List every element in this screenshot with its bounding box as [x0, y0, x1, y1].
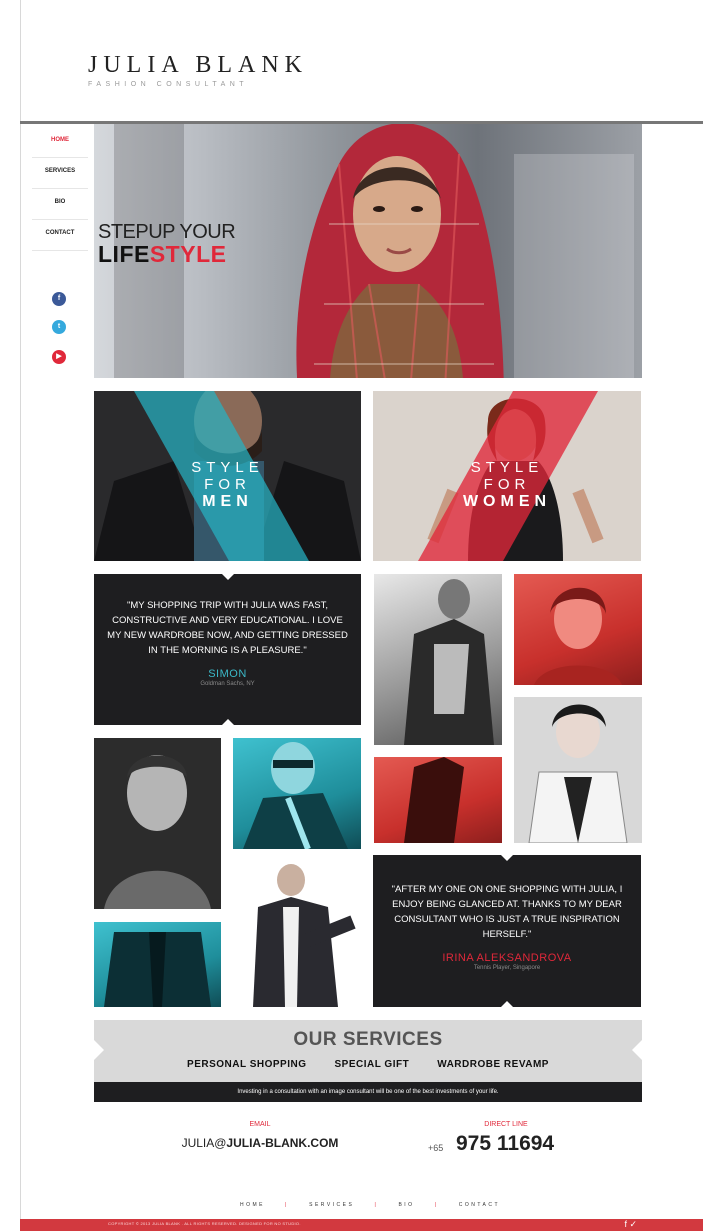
card-notch: [500, 854, 514, 861]
gallery-photo[interactable]: [233, 862, 361, 1007]
services-title: OUR SERVICES: [293, 1029, 443, 1050]
hero-headline-style: STYLE: [149, 241, 227, 267]
testimonial-author-title: Tennis Player, Singapore: [473, 965, 541, 971]
style-for-men-tile[interactable]: STYLE FOR MEN: [94, 391, 361, 561]
footer-separator: |: [374, 1202, 379, 1208]
footer-copyright: COPYRIGHT © 2013 JULIA BLANK . ALL RIGHT…: [108, 1221, 301, 1226]
gallery-photo[interactable]: [514, 697, 642, 843]
card-notch: [220, 719, 235, 726]
testimonial-author-title: Goldman Sachs, NY: [200, 681, 255, 687]
email-link[interactable]: JULIA@JULIA-BLANK.COM: [150, 1136, 370, 1150]
footer-separator: |: [285, 1202, 289, 1208]
women-label-line1: STYLE: [470, 459, 544, 476]
gallery-photo-man-sunglasses: [243, 742, 348, 849]
service-wardrobe-revamp[interactable]: WARDROBE REVAMP: [437, 1059, 549, 1070]
footer-link-services[interactable]: SERVICES: [309, 1202, 354, 1208]
footer-nav: HOME | SERVICES | BIO | CONTACT: [240, 1202, 500, 1208]
footer-separator: |: [434, 1202, 439, 1208]
testimonial-card: "MY SHOPPING TRIP WITH JULIA WAS FAST, C…: [94, 573, 361, 726]
gallery-photo-man-blazer: [253, 864, 356, 1007]
gallery-photo[interactable]: [233, 738, 361, 849]
ribbon-notch-right: [632, 1040, 642, 1060]
hero-headline-line1: STEPUP YOUR: [98, 221, 236, 243]
brand-tagline: FASHION CONSULTANT: [88, 81, 249, 88]
footer-bar: COPYRIGHT © 2013 JULIA BLANK . ALL RIGHT…: [20, 1219, 703, 1231]
footer-link-bio[interactable]: BIO: [398, 1202, 414, 1208]
footer-link-contact[interactable]: CONTACT: [459, 1202, 500, 1208]
twitter-icon[interactable]: t: [52, 320, 66, 334]
nav-item-contact[interactable]: CONTACT: [32, 220, 88, 251]
email-domain: JULIA-BLANK.COM: [226, 1136, 339, 1150]
gallery-photo-woman-lace: [514, 697, 642, 843]
hero-background-building: [514, 154, 634, 378]
services-list: PERSONAL SHOPPING SPECIAL GIFT WARDROBE …: [94, 1059, 642, 1070]
gallery-photo[interactable]: [514, 574, 642, 685]
style-for-women-tile[interactable]: STYLE FOR WOMEN: [373, 391, 641, 561]
testimonial-card: "AFTER MY ONE ON ONE SHOPPING WITH JULIA…: [373, 854, 641, 1008]
style-for-men-label: STYLE FOR MEN: [94, 459, 361, 510]
footer-social-icons[interactable]: f ✓: [624, 1219, 637, 1230]
nav-item-bio[interactable]: BIO: [32, 189, 88, 220]
youtube-icon[interactable]: ▶: [52, 350, 66, 364]
style-for-women-label: STYLE FOR WOMEN: [373, 459, 641, 510]
gallery-photo[interactable]: [374, 757, 502, 843]
testimonial-author: SIMON: [208, 668, 247, 680]
footer-link-home[interactable]: HOME: [240, 1202, 265, 1208]
card-notch: [500, 1001, 514, 1008]
email-prefix: JULIA@: [181, 1136, 227, 1150]
men-label-line3: MEN: [202, 493, 253, 510]
gallery-photo[interactable]: [374, 574, 502, 745]
brand-name: JULIA BLANK: [88, 52, 308, 78]
nav-item-home[interactable]: HOME: [32, 127, 88, 158]
gallery-photo-woman-jacket: [404, 579, 494, 745]
testimonial-quote: "AFTER MY ONE ON ONE SHOPPING WITH JULIA…: [391, 884, 623, 940]
phone-label: DIRECT LINE: [484, 1121, 528, 1128]
gallery-photo[interactable]: [94, 738, 221, 909]
hero-headline-line2: LIFESTYLE: [98, 242, 235, 266]
email-label: EMAIL: [249, 1121, 271, 1128]
gallery-photo-dress: [404, 757, 464, 843]
gallery-photo-man-portrait: [94, 738, 221, 909]
nav-item-services[interactable]: SERVICES: [32, 158, 88, 189]
gallery-photo-man-suit: [104, 932, 211, 1007]
card-notch: [220, 573, 235, 580]
women-label-line3: WOMEN: [462, 493, 552, 510]
brand-logo[interactable]: JULIA BLANK FASHION CONSULTANT: [88, 52, 308, 88]
women-label-line2: FOR: [483, 476, 531, 493]
services-note: Investing in a consultation with an imag…: [94, 1082, 642, 1102]
hero-photo-woman: [296, 124, 504, 378]
gallery-photo-woman-portrait: [534, 587, 622, 685]
hero-headline: STEPUP YOUR LIFESTYLE: [98, 221, 236, 266]
ribbon-notch-left: [94, 1040, 104, 1060]
testimonial-quote: "MY SHOPPING TRIP WITH JULIA WAS FAST, C…: [107, 600, 348, 656]
gallery-photo[interactable]: [94, 922, 221, 1007]
services-section: OUR SERVICES PERSONAL SHOPPING SPECIAL G…: [94, 1020, 642, 1082]
service-special-gift[interactable]: SPECIAL GIFT: [334, 1059, 409, 1070]
men-label-line2: FOR: [204, 476, 251, 493]
phone-number[interactable]: 975 11694: [456, 1132, 554, 1156]
testimonial-author: IRINA ALEKSANDROVA: [442, 952, 572, 964]
phone-country-code: +65: [428, 1143, 444, 1153]
hero-headline-life: LIFE: [98, 241, 150, 267]
main-nav: HOME SERVICES BIO CONTACT: [32, 127, 88, 251]
facebook-icon[interactable]: f: [52, 292, 66, 306]
service-personal-shopping[interactable]: PERSONAL SHOPPING: [187, 1059, 306, 1070]
men-label-line1: STYLE: [191, 459, 264, 476]
